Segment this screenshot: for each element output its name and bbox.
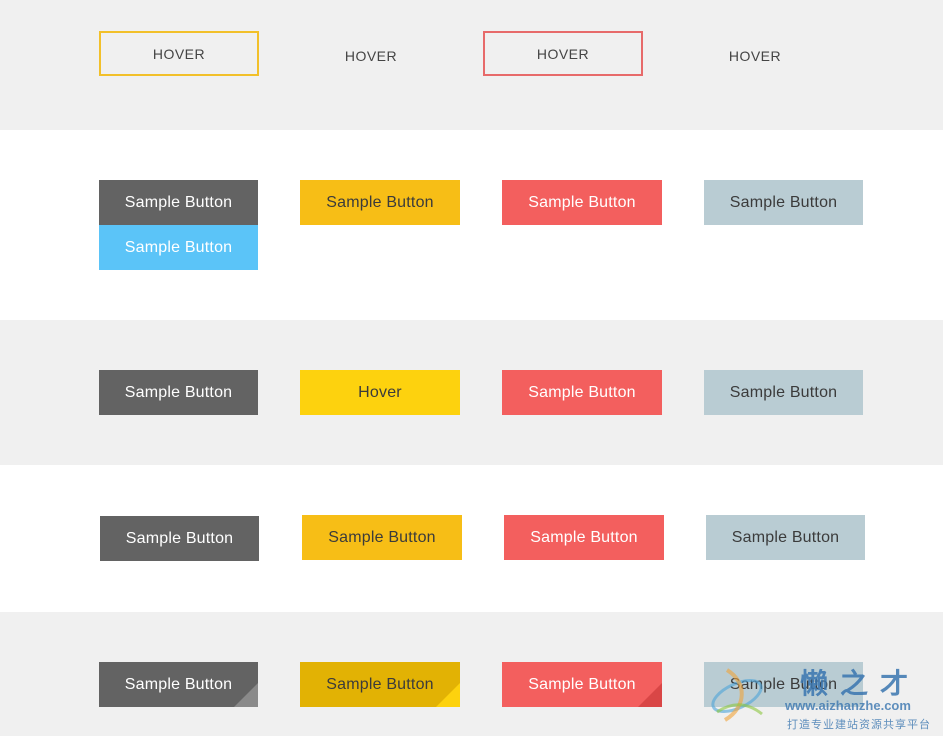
sample-button-gray[interactable]: Sample Button — [99, 180, 258, 225]
sample-button-label: Sample Button — [125, 529, 234, 547]
sample-button-slate[interactable]: Sample Button — [704, 180, 863, 225]
hover-button-label: HOVER — [728, 47, 782, 64]
sample-button-red[interactable]: Sample Button — [502, 370, 662, 415]
corner-fold — [638, 683, 662, 707]
sample-button-slate[interactable]: Sample Button — [706, 515, 865, 560]
sample-button-label: Sample Button — [528, 675, 636, 693]
sample-button-label: Sample Button — [729, 193, 838, 211]
sample-button-gray[interactable]: Sample Button — [100, 516, 259, 561]
sample-button-label: Hover — [358, 383, 402, 401]
sample-button-label: Sample Button — [530, 528, 638, 546]
hover-button-label: HOVER — [536, 45, 590, 62]
hover-button-red-outline[interactable]: HOVER — [483, 31, 643, 76]
sample-button-label: Sample Button — [328, 528, 436, 546]
hover-button-plain[interactable]: HOVER — [291, 33, 451, 78]
sample-button-label: Sample Button — [731, 528, 840, 546]
sample-button-label: Sample Button — [124, 193, 233, 211]
sample-button-label: Sample Button — [124, 675, 233, 693]
hover-button-yellow-outline[interactable]: HOVER — [99, 31, 259, 76]
watermark: 懒之才 www.aizhanzhe.com 打造专业建站资源共享平台 — [705, 662, 935, 732]
watermark-url: www.aizhanzhe.com — [785, 698, 911, 713]
hover-button-plain[interactable]: HOVER — [675, 33, 835, 78]
sample-button-label: Sample Button — [124, 383, 233, 401]
watermark-logo-icon — [711, 668, 763, 722]
sample-button-blue[interactable]: Sample Button — [99, 225, 258, 270]
sample-button-gray[interactable]: Sample Button — [99, 370, 258, 415]
hover-button-label: HOVER — [152, 45, 206, 62]
sample-button-red[interactable]: Sample Button — [504, 515, 664, 560]
fold-button-yellow[interactable]: Sample Button — [300, 662, 460, 707]
corner-fold — [436, 683, 460, 707]
sample-button-yellow[interactable]: Sample Button — [302, 515, 462, 560]
sample-button-label: Sample Button — [528, 193, 636, 211]
watermark-slogan: 打造专业建站资源共享平台 — [787, 719, 931, 731]
sample-button-red[interactable]: Sample Button — [502, 180, 662, 225]
fold-button-gray[interactable]: Sample Button — [99, 662, 258, 707]
sample-button-label: Sample Button — [124, 238, 233, 256]
sample-button-label: Sample Button — [326, 675, 434, 693]
sample-button-label: Sample Button — [729, 383, 838, 401]
sample-button-slate[interactable]: Sample Button — [704, 370, 863, 415]
fold-button-red[interactable]: Sample Button — [502, 662, 662, 707]
hover-button-label: HOVER — [344, 47, 398, 64]
corner-fold — [234, 683, 258, 707]
watermark-title: 懒之才 — [800, 667, 921, 700]
sample-button-yellow[interactable]: Sample Button — [300, 180, 460, 225]
sample-button-label: Sample Button — [326, 193, 434, 211]
sample-button-label: Sample Button — [528, 383, 636, 401]
hover-state-button-yellow[interactable]: Hover — [300, 370, 460, 415]
